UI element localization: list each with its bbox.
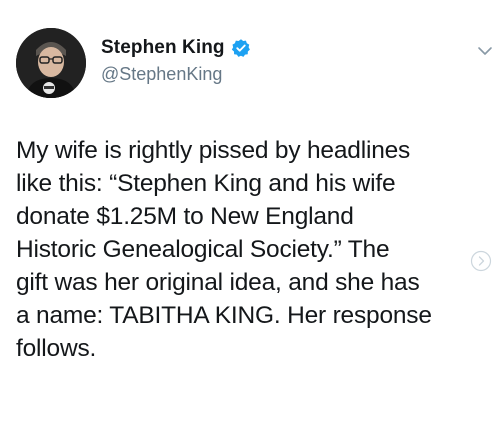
- author-avatar[interactable]: [16, 28, 86, 98]
- name-row: Stephen King: [101, 36, 251, 60]
- verified-badge-icon: [231, 38, 251, 58]
- author-block[interactable]: Stephen King @StephenKing: [101, 36, 251, 85]
- tweet-card: Stephen King @StephenKing My wife is rig…: [0, 0, 500, 445]
- author-handle[interactable]: @StephenKing: [101, 64, 251, 85]
- chevron-right-circle-icon[interactable]: [470, 250, 492, 272]
- chevron-down-icon[interactable]: [477, 44, 493, 56]
- display-name[interactable]: Stephen King: [101, 37, 225, 59]
- profile-photo-icon: [16, 28, 86, 98]
- tweet-text: My wife is rightly pissed by headlines l…: [16, 137, 432, 362]
